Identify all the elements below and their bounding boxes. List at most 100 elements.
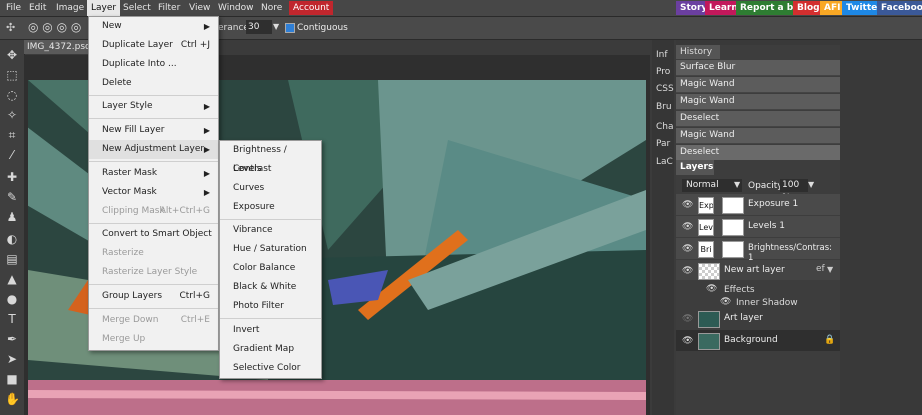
expand-effects-icon[interactable]: ▼	[827, 265, 833, 274]
menu-item-duplicate[interactable]: Duplicate Layer Ctrl +J	[89, 36, 218, 55]
selection-mode-icons[interactable]: ◎ ◎ ◎ ◎	[28, 20, 81, 34]
visibility-eye-icon[interactable]: 👁	[682, 222, 693, 232]
tool-preset-icon[interactable]: ✣	[6, 21, 15, 34]
menu-item-new[interactable]: New ▶	[89, 17, 218, 36]
layer-mask-thumb[interactable]	[722, 219, 744, 236]
path-select-tool-icon[interactable]: ➤	[5, 352, 19, 366]
move-tool-icon[interactable]: ✥	[5, 48, 19, 62]
history-item[interactable]: Deselect	[676, 111, 840, 127]
menu-item-merge-down[interactable]: Merge Down Ctrl+E	[89, 311, 218, 330]
menu-view[interactable]: View	[189, 3, 210, 13]
layer-row-art[interactable]: 👁 Art layer	[676, 308, 840, 329]
adjust-item-black-white[interactable]: Black & White	[220, 278, 321, 297]
adjust-item-gradient-map[interactable]: Gradient Map	[220, 340, 321, 359]
adjust-item-invert[interactable]: Invert	[220, 321, 321, 340]
menu-item-rasterize[interactable]: Rasterize	[89, 244, 218, 263]
layer-row-new-art[interactable]: 👁 New art layer ef ▼	[676, 260, 840, 280]
account-button[interactable]: Account	[289, 1, 334, 15]
lasso-tool-icon[interactable]: ◌	[5, 88, 19, 102]
blend-dropdown-icon[interactable]: ▼	[734, 180, 740, 189]
adjust-item-vibrance[interactable]: Vibrance	[220, 221, 321, 240]
layer-row-background[interactable]: 👁 Background 🔒	[676, 330, 840, 351]
tab-character[interactable]: Cha	[656, 122, 674, 132]
blog-button[interactable]: Blog	[793, 1, 824, 15]
afi-button[interactable]: AFI	[820, 1, 845, 15]
visibility-eye-icon[interactable]: 👁	[682, 200, 693, 210]
adjust-item-brightness-contrast[interactable]: Brightness / Contrast	[220, 141, 321, 174]
visibility-eye-icon[interactable]: 👁	[682, 266, 693, 276]
fx-label[interactable]: ef	[816, 264, 825, 274]
fill-tool-icon[interactable]: ▤	[5, 252, 19, 266]
layer-mask-thumb[interactable]	[722, 197, 744, 214]
tab-brush[interactable]: Bru	[656, 102, 672, 112]
layer-row-levels[interactable]: 👁 Lev Levels 1	[676, 216, 840, 237]
layer-row-exposure[interactable]: 👁 Exp Exposure 1	[676, 194, 840, 215]
history-item[interactable]: Surface Blur	[676, 60, 840, 76]
inner-shadow-eye-icon[interactable]: 👁	[720, 297, 731, 307]
menu-item-raster-mask[interactable]: Raster Mask ▶	[89, 164, 218, 183]
menu-edit[interactable]: Edit	[29, 3, 46, 13]
menu-layer[interactable]: Layer	[87, 0, 121, 16]
layer-name[interactable]: New art layer	[724, 265, 785, 275]
blur-tool-icon[interactable]: ▲	[5, 272, 19, 286]
layer-mask-thumb[interactable]	[722, 241, 744, 258]
dodge-tool-icon[interactable]: ●	[5, 292, 19, 306]
tab-paragraph[interactable]: Par	[656, 139, 670, 149]
blend-mode-select[interactable]: Normal	[682, 179, 742, 192]
layer-name[interactable]: Exposure 1	[748, 199, 798, 209]
history-item[interactable]: Magic Wand	[676, 77, 840, 93]
history-item[interactable]: Magic Wand	[676, 94, 840, 110]
layer-row-brightness[interactable]: 👁 Bri Brightness/Contras: 1	[676, 238, 840, 263]
menu-item-merge-up[interactable]: Merge Up	[89, 330, 218, 349]
visibility-eye-icon[interactable]: 👁	[682, 336, 693, 346]
brush-tool-icon[interactable]: ✎	[5, 190, 19, 204]
menu-item-rasterize-layer-style[interactable]: Rasterize Layer Style	[89, 263, 218, 282]
healing-tool-icon[interactable]: ✚	[5, 170, 19, 184]
inner-shadow-label[interactable]: Inner Shadow	[736, 298, 798, 308]
layer-name[interactable]: Levels 1	[748, 221, 785, 231]
menu-item-delete[interactable]: Delete	[89, 74, 218, 93]
menu-item-duplicate-into[interactable]: Duplicate Into ...	[89, 55, 218, 74]
menu-item-group-layers[interactable]: Group Layers Ctrl+G	[89, 287, 218, 306]
tolerance-input[interactable]: 30	[246, 20, 272, 34]
menu-item-convert-smart-object[interactable]: Convert to Smart Object	[89, 225, 218, 244]
adjust-item-color-balance[interactable]: Color Balance	[220, 259, 321, 278]
menu-item-layer-style[interactable]: Layer Style ▶	[89, 97, 218, 116]
visibility-eye-icon[interactable]: 👁	[682, 314, 693, 324]
opacity-dropdown-icon[interactable]: ▼	[808, 180, 814, 189]
menu-filter[interactable]: Filter	[158, 3, 180, 13]
menu-item-clipping-mask[interactable]: Clipping Mask Alt+Ctrl+G	[89, 202, 218, 221]
text-tool-icon[interactable]: T	[5, 312, 19, 326]
opacity-input[interactable]: 100 %	[780, 179, 808, 203]
contiguous-checkbox[interactable]	[285, 23, 295, 33]
tab-lac[interactable]: LaC	[656, 157, 673, 167]
effects-eye-icon[interactable]: 👁	[706, 284, 717, 294]
stamp-tool-icon[interactable]: ♟	[5, 210, 19, 224]
layer-name[interactable]: Art layer	[724, 313, 763, 323]
adjust-item-exposure[interactable]: Exposure	[220, 198, 321, 217]
layers-title[interactable]: Layers	[676, 160, 714, 175]
tab-css[interactable]: CSS	[656, 84, 674, 94]
adjust-item-photo-filter[interactable]: Photo Filter	[220, 297, 321, 316]
crop-tool-icon[interactable]: ⌗	[5, 128, 19, 142]
pen-tool-icon[interactable]: ✒	[5, 332, 19, 346]
menu-item-vector-mask[interactable]: Vector Mask ▶	[89, 183, 218, 202]
menu-file[interactable]: File	[6, 3, 21, 13]
menu-window[interactable]: Window	[218, 3, 254, 13]
eyedropper-tool-icon[interactable]: ⁄	[5, 148, 19, 162]
history-item-current[interactable]: Deselect	[676, 145, 840, 161]
tolerance-dropdown-icon[interactable]: ▼	[273, 22, 279, 31]
history-title[interactable]: History	[676, 45, 720, 59]
adjust-item-curves[interactable]: Curves	[220, 179, 321, 198]
adjust-item-levels[interactable]: Levels	[220, 160, 321, 179]
adjust-item-hue-saturation[interactable]: Hue / Saturation	[220, 240, 321, 259]
shape-tool-icon[interactable]: ■	[5, 372, 19, 386]
menu-select[interactable]: Select	[123, 3, 151, 13]
adjust-item-selective-color[interactable]: Selective Color	[220, 359, 321, 378]
menu-image[interactable]: Image	[56, 3, 84, 13]
marquee-tool-icon[interactable]: ⬚	[5, 68, 19, 82]
hand-tool-icon[interactable]: ✋	[5, 392, 20, 406]
menu-more[interactable]: Nore	[261, 3, 282, 13]
tab-properties[interactable]: Pro	[656, 67, 670, 77]
history-item[interactable]: Magic Wand	[676, 128, 840, 144]
